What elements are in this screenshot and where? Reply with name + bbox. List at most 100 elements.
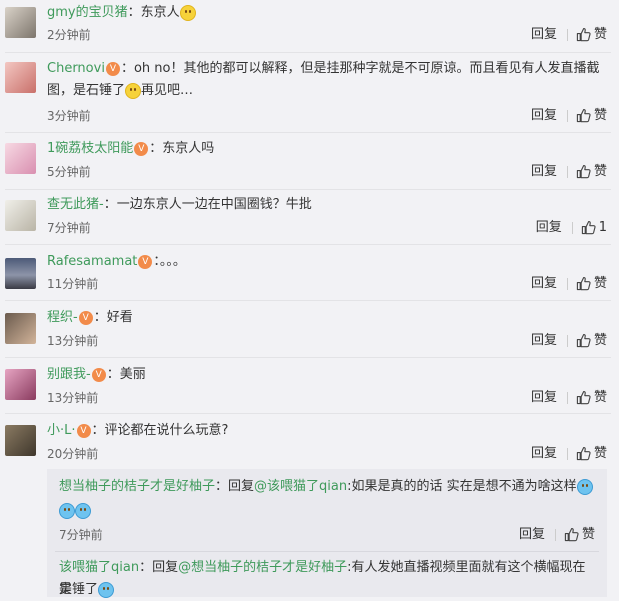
divider (55, 551, 599, 552)
username-link[interactable]: 想当柚子的桔子才是好柚子 (59, 479, 215, 494)
divider (566, 109, 568, 122)
thumbs-up-icon[interactable] (576, 108, 591, 123)
reply-button[interactable]: 回复 (531, 27, 557, 42)
reply-text: 实锤了 (59, 582, 99, 597)
thumbs-up-icon[interactable] (576, 27, 591, 42)
smile-emoji-icon (125, 82, 142, 99)
separator: ： (149, 141, 163, 156)
username-link[interactable]: Rafesamamat (47, 254, 137, 269)
divider (566, 334, 568, 347)
comment-text: 东京人吗 (162, 141, 215, 156)
thumbs-up-icon[interactable] (576, 333, 591, 348)
comment-text: 好看 (106, 310, 133, 325)
username-link[interactable]: gmy的宝贝猪 (47, 5, 128, 20)
like-button[interactable]: 赞 (594, 164, 607, 179)
reply-continued: 实锤了 (59, 579, 597, 601)
reply-button[interactable]: 回复 (531, 276, 557, 291)
reply-button[interactable]: 回复 (531, 390, 557, 405)
divider (571, 221, 573, 234)
divider (566, 391, 568, 404)
reply-button[interactable]: 回复 (531, 333, 557, 348)
timestamp: 7分钟前 (59, 528, 103, 542)
vip-badge-icon: V (76, 423, 91, 438)
vip-badge-icon: V (105, 61, 120, 76)
separator: ： (93, 310, 107, 325)
divider (566, 28, 568, 41)
like-button[interactable]: 赞 (594, 390, 607, 405)
like-count[interactable]: 1 (599, 220, 607, 235)
avatar[interactable] (5, 62, 36, 93)
avatar[interactable] (5, 200, 36, 231)
username-link[interactable]: 1碗荔枝太阳能 (47, 141, 133, 156)
timestamp: 2分钟前 (47, 28, 91, 42)
thumbs-up-icon[interactable] (564, 527, 579, 542)
mention-link[interactable]: @想当柚子的桔子才是好柚子 (178, 560, 347, 575)
separator: ： (139, 560, 153, 575)
separator: ： (127, 5, 141, 20)
comment-text: 图，是石锤了 (47, 83, 126, 98)
mention-link[interactable]: @该喂猫了qian (254, 479, 347, 494)
thumbs-up-icon[interactable] (576, 276, 591, 291)
like-button[interactable]: 赞 (582, 527, 595, 542)
smile-emoji-icon (179, 4, 196, 21)
timestamp: 3分钟前 (47, 109, 91, 123)
like-button[interactable]: 赞 (594, 276, 607, 291)
username-link[interactable]: 别跟我- (47, 367, 91, 382)
username-link[interactable]: 查无此猪- (47, 197, 104, 212)
divider (566, 165, 568, 178)
thumbs-up-icon[interactable] (576, 164, 591, 179)
comment-text: 一边东京人一边在中国圈钱？牛批 (116, 197, 312, 212)
vip-badge-icon: V (91, 367, 106, 382)
avatar[interactable] (5, 258, 36, 289)
reply-button[interactable]: 回复 (519, 527, 545, 542)
avatar[interactable] (5, 369, 36, 400)
vip-badge-icon: V (78, 310, 93, 325)
reply-button[interactable]: 回复 (536, 220, 562, 235)
like-button[interactable]: 赞 (594, 333, 607, 348)
like-button[interactable]: 赞 (594, 446, 607, 461)
laugh-cry-emoji-icon (75, 502, 91, 519)
comment-text: 再见吧… (141, 83, 194, 98)
divider (554, 528, 556, 541)
laugh-cry-emoji-icon (59, 502, 75, 519)
reply-button[interactable]: 回复 (531, 164, 557, 179)
username-link[interactable]: 程织- (47, 310, 78, 325)
vip-badge-icon: V (134, 141, 149, 156)
vip-badge-icon: V (138, 254, 153, 269)
comment-text: 评论都在说什么玩意? (104, 423, 229, 438)
separator: ： (106, 367, 120, 382)
username-link[interactable]: 该喂猫了qian (59, 560, 139, 575)
thumbs-up-icon[interactable] (581, 220, 596, 235)
reply-emoji-line (59, 500, 597, 522)
reply-button[interactable]: 回复 (531, 108, 557, 123)
divider (566, 447, 568, 460)
reply-text: :如果是真的的话 实在是想不通为啥这样 (347, 479, 577, 494)
divider (5, 244, 611, 245)
username-link[interactable]: 小·L· (47, 423, 76, 438)
timestamp: 5分钟前 (47, 165, 91, 179)
divider (5, 413, 611, 414)
avatar[interactable] (5, 425, 36, 456)
timestamp: 11分钟前 (47, 277, 99, 291)
laugh-cry-emoji-icon (576, 478, 593, 495)
thumbs-up-icon[interactable] (576, 390, 591, 405)
divider (566, 277, 568, 290)
reply-thread: 想当柚子的桔子才是好柚子：回复@该喂猫了qian:如果是真的的话 实在是想不通为… (47, 469, 607, 598)
timestamp: 20分钟前 (47, 447, 99, 461)
divider (5, 52, 611, 53)
avatar[interactable] (5, 7, 36, 38)
reply-button[interactable]: 回复 (531, 446, 557, 461)
comment-text: oh no！其他的都可以解释，但是挂那种字就是不可原谅。而且看见有人发直播截 (133, 61, 600, 76)
thumbs-up-icon[interactable] (576, 446, 591, 461)
username-link[interactable]: Chernovi (47, 61, 105, 76)
like-button[interactable]: 赞 (594, 27, 607, 42)
comment-text: 东京人 (140, 5, 180, 20)
like-button[interactable]: 赞 (594, 108, 607, 123)
separator: ： (120, 61, 134, 76)
separator: ： (215, 479, 229, 494)
comment-text: 美丽 (119, 367, 146, 382)
divider (5, 357, 611, 358)
avatar[interactable] (5, 313, 36, 344)
timestamp: 7分钟前 (47, 221, 91, 235)
avatar[interactable] (5, 143, 36, 174)
